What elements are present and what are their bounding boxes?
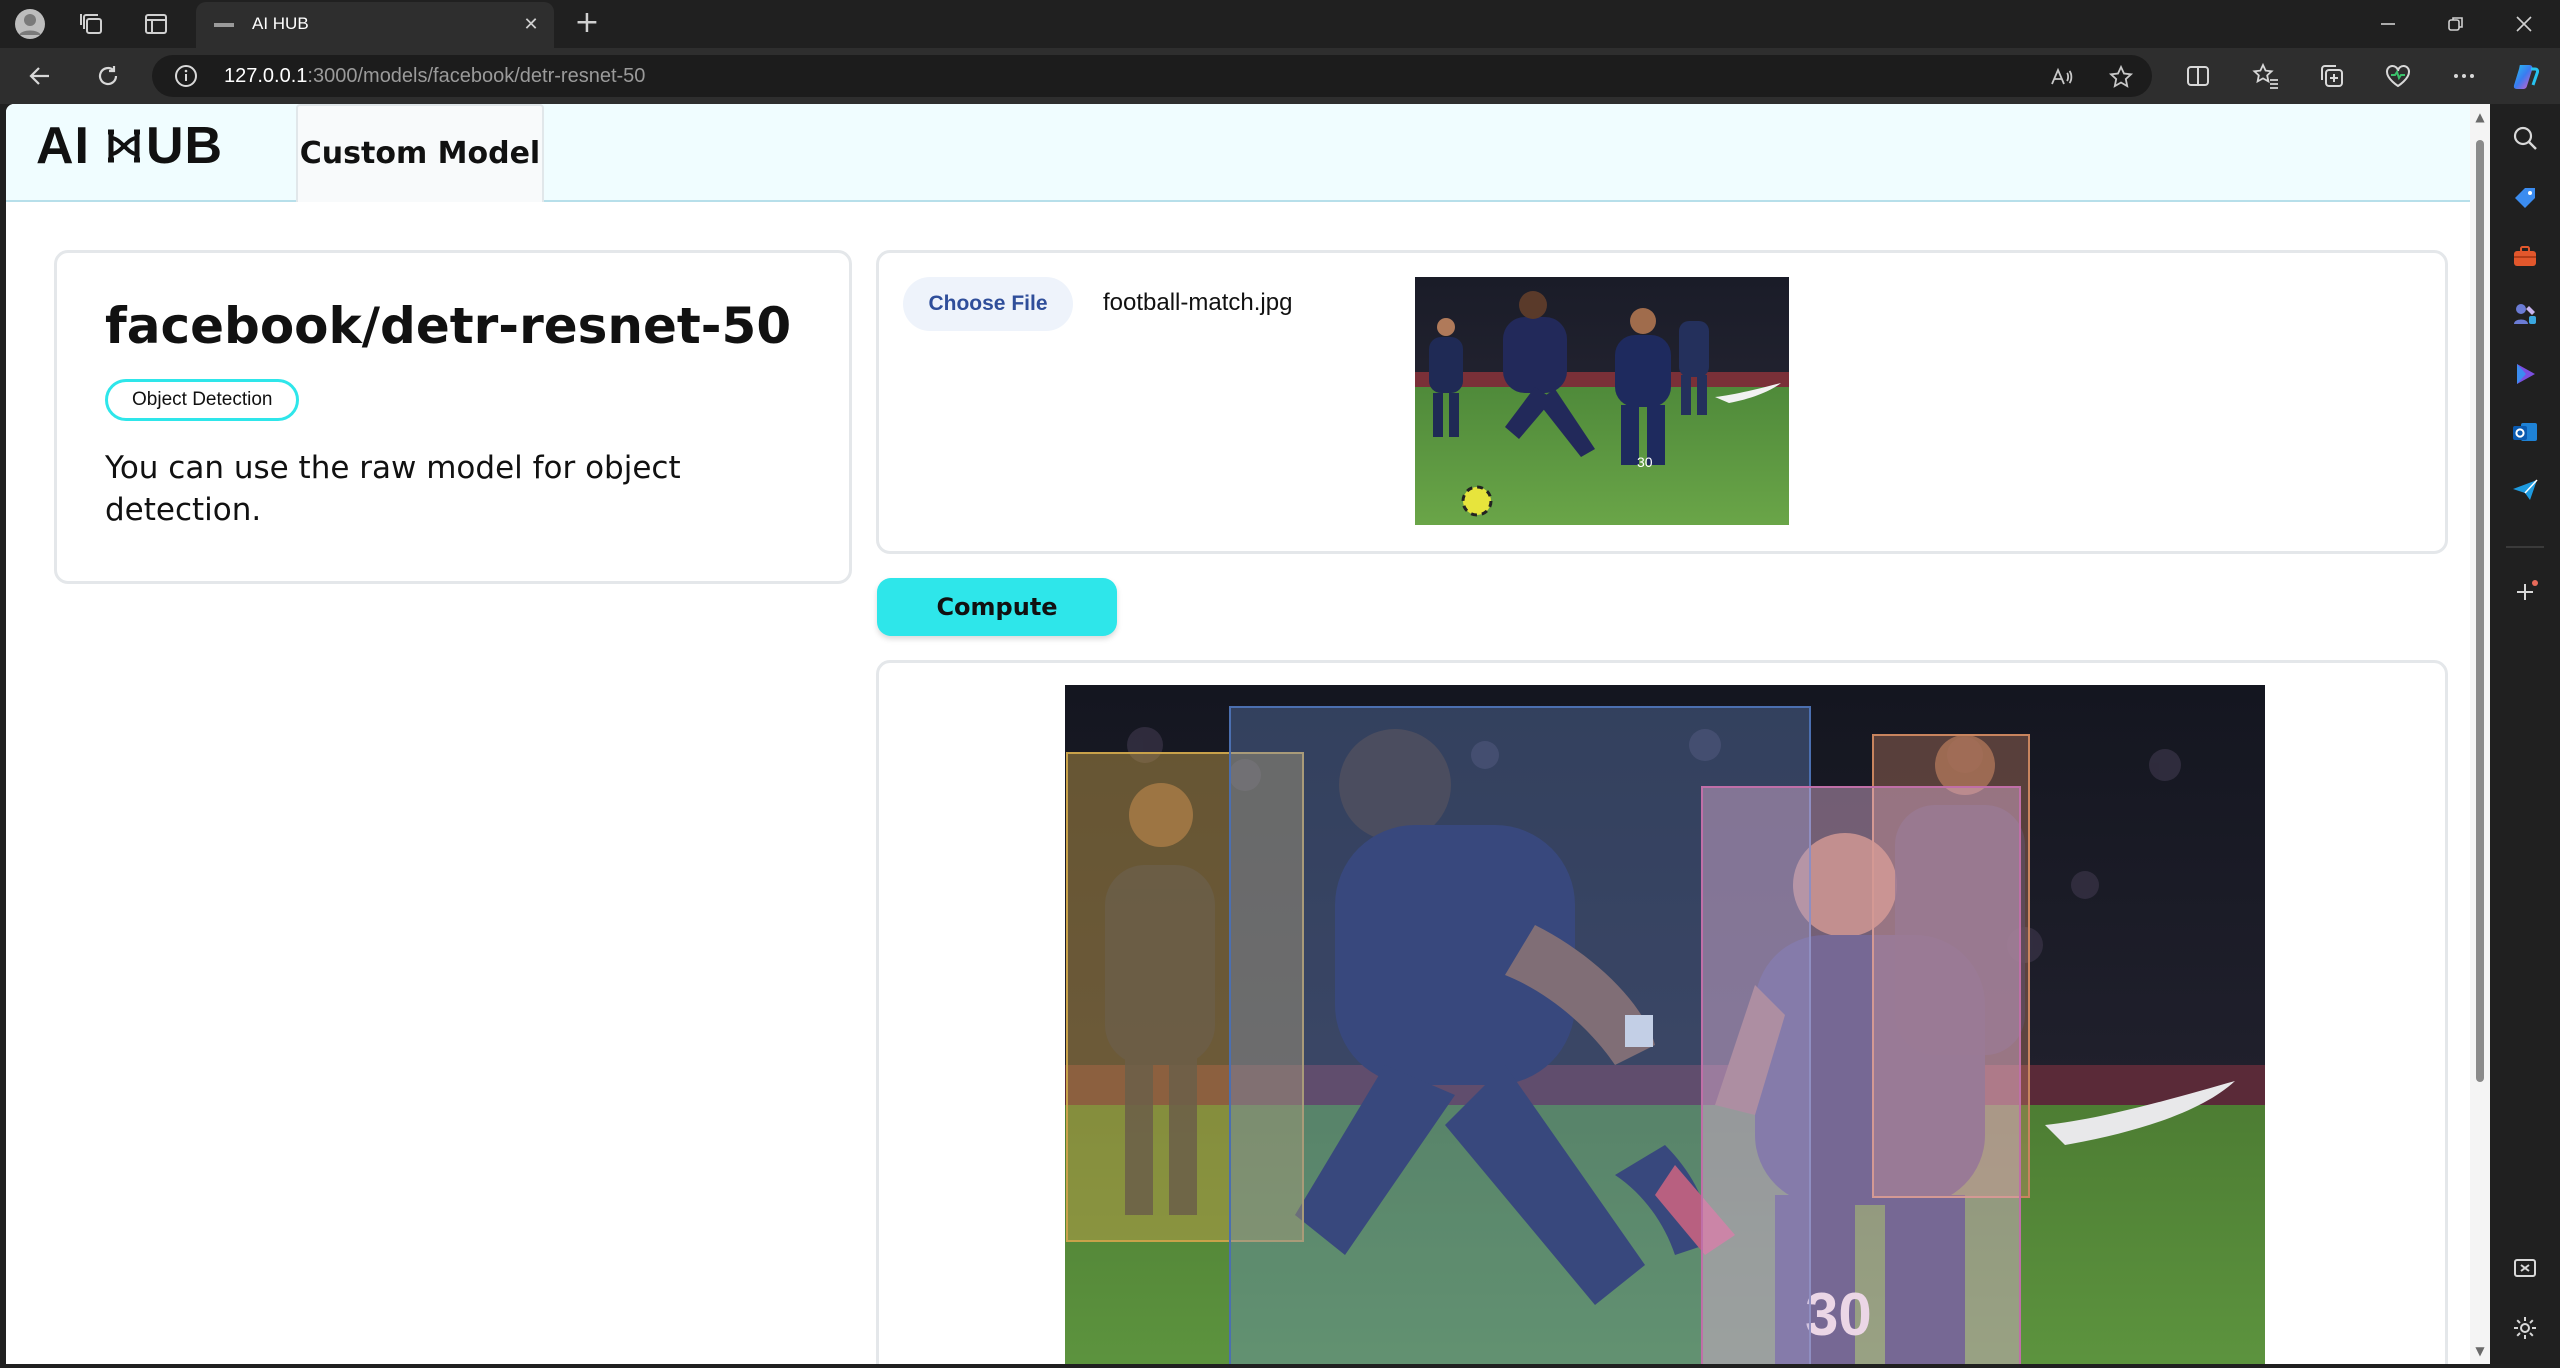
tools-briefcase-icon[interactable] xyxy=(2511,242,2539,270)
tab-title: AI HUB xyxy=(252,14,309,33)
scroll-down-icon[interactable]: ▼ xyxy=(2473,1344,2487,1358)
minimize-icon[interactable] xyxy=(2356,0,2420,48)
logo-hub-icon xyxy=(108,129,140,163)
url-text: 127.0.0.1:3000/models/facebook/detr-resn… xyxy=(224,65,645,88)
favorite-star-icon[interactable] xyxy=(2108,64,2134,90)
svg-text:30: 30 xyxy=(1637,454,1653,470)
logo-text-left: AI xyxy=(36,117,90,175)
profile-icon[interactable] xyxy=(14,8,46,40)
football-photo-result: 30 xyxy=(1065,685,2265,1364)
games-icon[interactable] xyxy=(2511,300,2539,328)
split-screen-icon[interactable] xyxy=(2182,60,2214,92)
read-aloud-icon[interactable] xyxy=(2048,64,2074,90)
restore-icon[interactable] xyxy=(2424,0,2488,48)
favorites-icon[interactable] xyxy=(2250,60,2282,92)
uploaded-image-preview: 30 xyxy=(1415,277,1789,525)
football-photo-thumbnail: 30 xyxy=(1415,277,1789,525)
tab-actions-icon[interactable] xyxy=(140,8,172,40)
app-header: AI UB Custom Model xyxy=(6,104,2478,202)
info-icon[interactable] xyxy=(174,64,198,88)
sidebar-divider xyxy=(2506,546,2544,548)
tab-custom-model[interactable]: Custom Model xyxy=(296,104,544,202)
address-bar[interactable]: 127.0.0.1:3000/models/facebook/detr-resn… xyxy=(152,55,2152,97)
result-card: 30 xyxy=(876,660,2448,1364)
page-scrollbar[interactable]: ▲ ▼ xyxy=(2470,104,2490,1364)
copilot-sidebar-icon[interactable] xyxy=(2511,360,2539,388)
more-icon[interactable] xyxy=(2448,60,2480,92)
refresh-icon[interactable] xyxy=(92,60,124,92)
logo-text-right: UB xyxy=(146,117,224,175)
browser-sidebar xyxy=(2490,104,2560,1368)
search-icon[interactable] xyxy=(2511,124,2539,152)
model-info-card: facebook/detr-resnet-50 Object Detection… xyxy=(54,250,852,584)
outlook-icon[interactable] xyxy=(2511,418,2539,446)
collections-icon[interactable] xyxy=(2316,60,2348,92)
page-viewport: AI UB Custom Model facebook/detr-resnet-… xyxy=(6,104,2478,1364)
detection-result-image: 30 xyxy=(1065,685,2265,1364)
workspaces-icon[interactable] xyxy=(76,8,108,40)
task-tag[interactable]: Object Detection xyxy=(105,379,300,421)
model-title: facebook/detr-resnet-50 xyxy=(105,297,792,355)
active-tab[interactable]: AI HUB ✕ xyxy=(196,2,554,48)
settings-gear-icon[interactable] xyxy=(2511,1314,2539,1342)
scrollbar-thumb[interactable] xyxy=(2476,140,2484,1082)
scroll-up-icon[interactable]: ▲ xyxy=(2473,110,2487,124)
choose-file-button[interactable]: Choose File xyxy=(903,277,1073,331)
model-description: You can use the raw model for object det… xyxy=(105,450,681,528)
url-host: 127.0.0.1 xyxy=(224,65,308,87)
browser-essentials-icon[interactable] xyxy=(2382,60,2414,92)
screenshot-icon[interactable] xyxy=(2511,1254,2539,1282)
url-path: :3000/models/facebook/detr-resnet-50 xyxy=(307,65,646,87)
tab-close-icon[interactable]: ✕ xyxy=(518,12,544,38)
shopping-tag-icon[interactable] xyxy=(2511,184,2539,212)
close-window-icon[interactable] xyxy=(2492,0,2556,48)
browser-tab-bar: AI HUB ✕ + xyxy=(0,0,2560,48)
add-sidebar-app-icon[interactable] xyxy=(2511,578,2539,606)
browser-toolbar: 127.0.0.1:3000/models/facebook/detr-resn… xyxy=(0,48,2560,104)
back-icon[interactable] xyxy=(24,60,56,92)
tab-favicon-icon xyxy=(214,23,234,27)
compute-button[interactable]: Compute xyxy=(877,578,1117,636)
new-tab-icon[interactable]: + xyxy=(572,8,602,39)
send-icon[interactable] xyxy=(2511,476,2539,504)
selected-file-name: football-match.jpg xyxy=(1103,289,1293,316)
app-logo[interactable]: AI UB xyxy=(36,116,223,176)
copilot-icon[interactable] xyxy=(2510,60,2542,92)
upload-card: Choose File football-match.jpg 30 xyxy=(876,250,2448,554)
tab-custom-model-label: Custom Model xyxy=(299,136,541,171)
